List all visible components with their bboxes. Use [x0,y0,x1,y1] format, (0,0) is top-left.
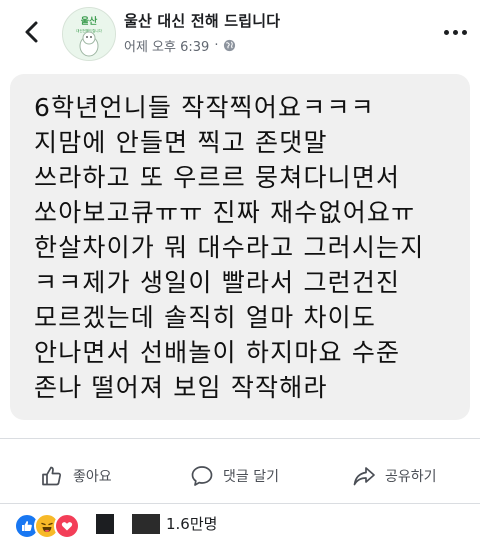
post-header: 울산 대신전해드립니다 울산 대신 전해 드립니다 어제 오후 6:39 · [0,0,480,68]
love-reaction-icon [54,513,80,539]
more-options-icon[interactable] [442,22,470,42]
post-text-line: 존나 떨어져 보임 작작해라 [34,373,328,402]
comment-bubble-icon [191,466,213,486]
post-text-line: 쓰라하고 또 우르르 뭉쳐다니면서 [34,163,401,192]
post-timestamp[interactable]: 어제 오후 6:39 [124,36,209,55]
comment-button[interactable]: 댓글 달기 [190,449,279,503]
post-text-line: 지맘에 안들면 찍고 존댓말 [34,128,328,157]
reaction-count[interactable]: 1.6만명 [166,513,217,534]
post-text-line: 안나면서 선배놀이 하지마요 수준 [34,338,401,367]
post-text-line: 6학년언니들 작작찍어요ㅋㅋㅋ [34,93,375,122]
share-arrow-icon [353,467,375,486]
redacted-name-block [96,514,114,534]
reaction-icons[interactable] [14,512,80,540]
page-name[interactable]: 울산 대신 전해 드립니다 [124,10,280,31]
meta-separator: · [214,38,219,53]
back-arrow-icon[interactable] [18,18,46,46]
post-text: 6학년언니들 작작찍어요ㅋㅋㅋ 지맘에 안들면 찍고 존댓말쓰라하고 또 우르르 … [34,90,424,405]
post-text-line: ㅋㅋ제가 생일이 빨라서 그런건진 [34,268,401,297]
post-text-line: 모르겠는데 솔직히 얼마 차이도 [34,303,377,332]
post-text-line: 쏘아보고큐ㅠㅠ 진짜 재수없어요ㅠ [34,198,416,227]
redacted-name-block [132,514,160,534]
page-avatar[interactable]: 울산 대신전해드립니다 [62,7,116,61]
share-button[interactable]: 공유하기 [352,449,437,503]
thumbs-up-icon [42,466,61,486]
top-divider [0,438,480,439]
post-meta: 어제 오후 6:39 · [124,36,236,55]
like-button[interactable]: 좋아요 [40,449,112,503]
comment-label: 댓글 달기 [223,469,279,485]
share-label: 공유하기 [385,469,437,485]
globe-icon [224,39,236,52]
like-label: 좋아요 [73,469,112,485]
action-bar: 좋아요 댓글 달기 공유하기 [0,449,480,503]
avatar-title-text: 울산 [81,15,98,27]
post-text-bubble: 6학년언니들 작작찍어요ㅋㅋㅋ 지맘에 안들면 찍고 존댓말쓰라하고 또 우르르 … [10,74,470,420]
post-text-line: 한살차이가 뭐 대수라고 그러시는지 [34,233,425,262]
avatar-logo-icon: 울산 대신전해드립니다 [63,8,115,60]
bottom-divider [0,503,480,504]
